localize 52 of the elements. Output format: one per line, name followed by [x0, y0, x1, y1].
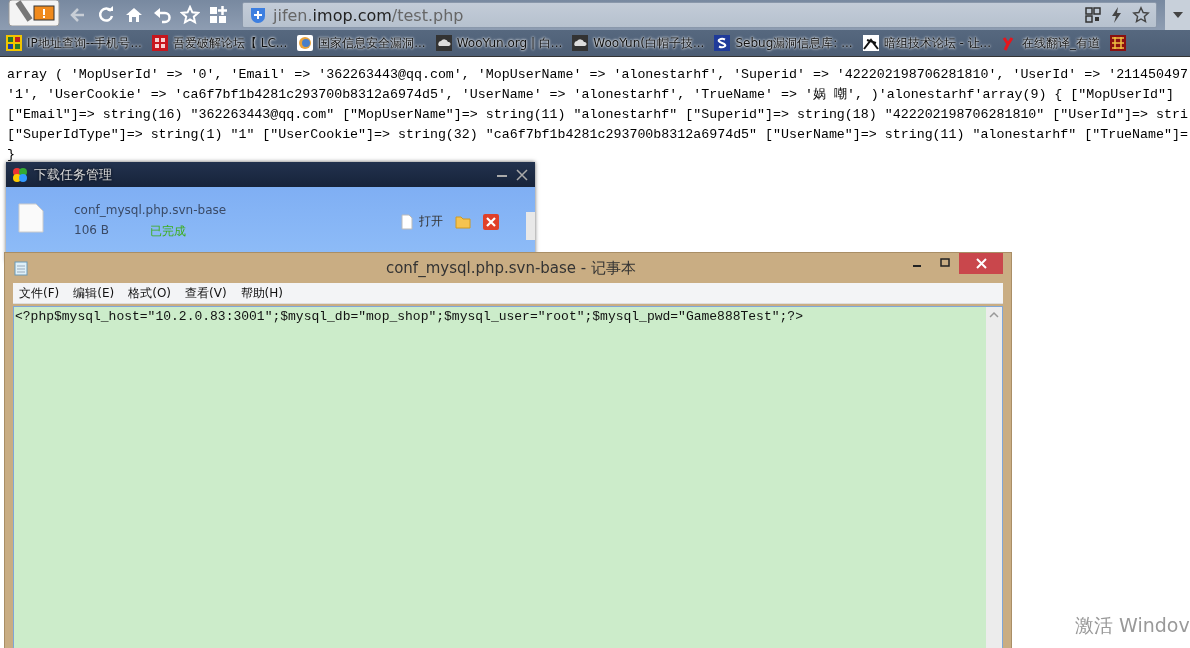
star-icon[interactable] — [1132, 6, 1150, 24]
output-line: ["Email"]=> string(16) "362263443@qq.com" ["MopUserName"]=> string(11) "alonestarhf" ["Superid"]=> string(18) "422202198706281810" ["UserId"]=> stri — [7, 106, 1188, 124]
seal-icon — [151, 35, 168, 51]
address-bar[interactable]: jifen.imop.com/test.php — [242, 2, 1157, 28]
profile-icon[interactable] — [8, 0, 60, 26]
caret-icon — [1172, 12, 1183, 18]
output-line: } — [7, 146, 15, 164]
window-title: 下载任务管理 — [34, 165, 113, 184]
apps-icon[interactable] — [208, 5, 228, 25]
menu-item[interactable]: 格式(O) — [128, 284, 172, 302]
cloud-icon — [572, 35, 589, 51]
pattern-icon — [1110, 35, 1126, 51]
menu-item[interactable]: 查看(V) — [185, 284, 227, 302]
output-line: '1', 'UserCookie' => 'ca6f7bf1b4281c293700b8312a6974d5', 'UserName' => 'alonestarhf', 'TrueName' => '娲 嘲', )'alonestarhf'array(9) { ["MopUserId"] — [7, 86, 1175, 104]
menu-item[interactable]: 帮助(H) — [240, 284, 283, 302]
output-line: array ( 'MopUserId' => '0', 'Email' => '362263443@qq.com', 'MopUserName' => 'alonestarhf', 'Superid' => '422202198706281810', 'UserId' => '211450497 — [7, 66, 1188, 84]
reload-icon[interactable] — [96, 5, 116, 25]
home-icon[interactable] — [124, 5, 144, 25]
maximize-icon — [940, 258, 950, 268]
activation-notice: 激活 Windov — [1075, 613, 1190, 638]
open-button[interactable]: 打开 — [399, 213, 443, 230]
window-title: conf_mysql.php.svn-base - 记事本 — [384, 258, 638, 278]
notepad-icon — [13, 260, 29, 276]
minimize-icon — [912, 265, 922, 267]
globe-icon — [297, 35, 314, 51]
cloud-icon — [435, 35, 452, 51]
file-content: <?php$mysql_host="10.2.0.83:3001";$mysql_db="mop_shop";$mysql_user="root";$mysql_pwd="Game888Test";?> — [14, 308, 804, 326]
menu-item[interactable]: 编辑(E) — [73, 284, 115, 302]
grid-icon — [6, 35, 22, 51]
menu-dropdown[interactable] — [1165, 0, 1190, 30]
close-icon[interactable] — [515, 167, 529, 182]
file-name: conf_mysql.php.svn-base — [74, 203, 227, 217]
s-letter-icon — [714, 35, 731, 51]
bookmark-item[interactable] — [1110, 35, 1126, 51]
close-button[interactable] — [959, 253, 1003, 274]
scrollbar[interactable] — [526, 212, 535, 240]
qr-code-icon[interactable] — [1084, 6, 1102, 24]
scrollbar[interactable] — [986, 307, 1002, 648]
download-status: 已完成 — [150, 223, 187, 240]
shield-plus-icon — [249, 6, 267, 24]
url-text: jifen.imop.com/test.php — [273, 5, 465, 25]
undo-icon[interactable] — [152, 5, 172, 25]
scroll-up-icon — [989, 311, 999, 318]
text-area[interactable]: <?php$mysql_host="10.2.0.83:3001";$mysql_db="mop_shop";$mysql_user="root";$mysql_pwd="Game888Test";?> — [13, 306, 1003, 648]
close-icon — [975, 258, 987, 269]
delete-icon[interactable] — [483, 213, 499, 230]
pinwheel-icon — [12, 166, 28, 183]
menu-item[interactable]: 文件(F) — [19, 284, 60, 302]
file-size: 106 B — [74, 223, 110, 239]
file-icon — [399, 213, 415, 230]
file-icon — [18, 203, 44, 233]
output-line: ["SuperIdType"]=> string(1) "1" ["UserCookie"]=> string(32) "ca6f7bf1b4281c293700b8312a6974d5" ["UserName"]=> string(11) "alonestarhf" ["TrueName"]= — [7, 126, 1188, 144]
